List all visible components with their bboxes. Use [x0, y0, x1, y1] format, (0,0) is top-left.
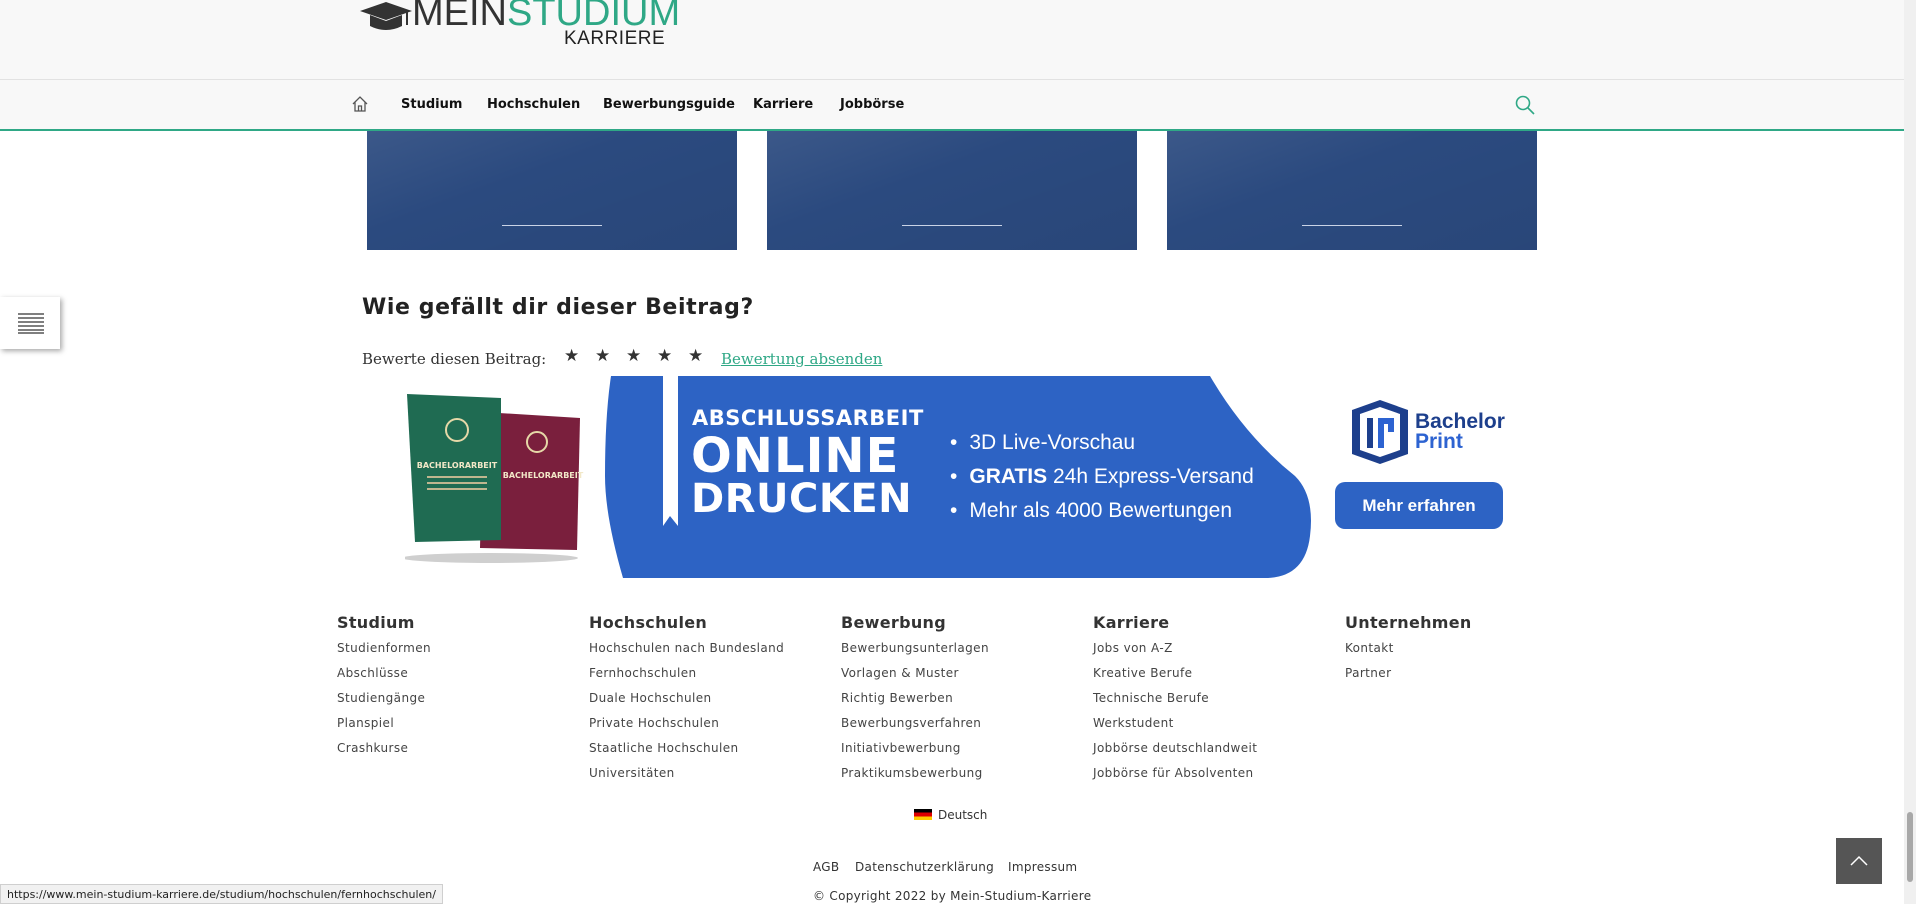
- footer-column-karriere: Karriere Jobs von A-Z Kreative Berufe Te…: [1093, 613, 1257, 791]
- footer-link[interactable]: Jobs von A-Z: [1093, 641, 1257, 666]
- home-icon[interactable]: [350, 94, 370, 114]
- footer-column-title: Bewerbung: [841, 613, 946, 632]
- status-bar-url: https://www.mein-studium-karriere.de/stu…: [0, 884, 443, 904]
- nav-item-hochschulen[interactable]: Hochschulen: [487, 97, 580, 112]
- footer-link[interactable]: Bewerbungsverfahren: [841, 716, 989, 741]
- footer-link[interactable]: Abschlüsse: [337, 666, 431, 691]
- footer-link[interactable]: Praktikumsbewerbung: [841, 766, 989, 791]
- footer-link[interactable]: Kreative Berufe: [1093, 666, 1257, 691]
- banner-cta-button[interactable]: Mehr erfahren: [1335, 482, 1503, 529]
- copyright-text: © Copyright 2022 by Mein-Studium-Karrier…: [813, 889, 1092, 903]
- footer-link[interactable]: Vorlagen & Muster: [841, 666, 989, 691]
- footer-link[interactable]: Planspiel: [337, 716, 431, 741]
- footer-link[interactable]: Kontakt: [1345, 641, 1472, 666]
- banner-bullet: 3D Live-Vorschau: [950, 431, 1135, 455]
- related-article-card[interactable]: [767, 131, 1137, 250]
- footer-link[interactable]: Initiativbewerbung: [841, 741, 989, 766]
- rating-submit-link[interactable]: Bewertung absenden: [721, 350, 882, 368]
- banner-bullet: GRATIS 24h Express-Versand: [950, 465, 1253, 489]
- scrollbar-thumb[interactable]: [1907, 812, 1913, 882]
- list-icon: [18, 313, 44, 334]
- banner-bullet: Mehr als 4000 Bewertungen: [950, 499, 1232, 523]
- footer-column-hochschulen: Hochschulen Hochschulen nach Bundesland …: [589, 613, 784, 791]
- rating-label: Bewerte diesen Beitrag:: [362, 350, 547, 368]
- footer-column-title: Karriere: [1093, 613, 1170, 632]
- language-switcher[interactable]: Deutsch: [914, 808, 987, 822]
- banner-title-line3: DRUCKEN: [691, 476, 913, 522]
- footer-column-studium: Studium Studienformen Abschlüsse Studien…: [337, 613, 431, 766]
- card-divider: [902, 225, 1002, 226]
- nav-item-karriere[interactable]: Karriere: [753, 97, 813, 112]
- footer-link-impressum[interactable]: Impressum: [1008, 860, 1077, 874]
- star-icon[interactable]: ★: [564, 346, 595, 366]
- chevron-up-icon: [1850, 855, 1868, 866]
- table-of-contents-toggle[interactable]: [0, 297, 60, 349]
- nav-item-bewerbungsguide[interactable]: Bewerbungsguide: [603, 97, 735, 112]
- header: MEINSTUDIUM KARRIERE: [0, 0, 1916, 80]
- footer-link-datenschutz[interactable]: Datenschutzerklärung: [855, 860, 994, 874]
- footer-column-title: Studium: [337, 613, 415, 632]
- book-label: BACHELORARBEIT: [417, 461, 498, 470]
- star-icon[interactable]: ★: [626, 346, 657, 366]
- footer-link[interactable]: Jobbörse für Absolventen: [1093, 766, 1257, 791]
- star-icon[interactable]: ★: [688, 346, 719, 366]
- bachelor-print-brand: Bachelor Print: [1415, 410, 1505, 453]
- site-logo[interactable]: MEINSTUDIUM KARRIERE: [360, 0, 680, 58]
- related-article-card[interactable]: [1167, 131, 1537, 250]
- star-icon[interactable]: ★: [595, 346, 626, 366]
- footer-link[interactable]: Universitäten: [589, 766, 784, 791]
- footer-column-unternehmen: Unternehmen Kontakt Partner: [1345, 613, 1472, 691]
- footer-link[interactable]: Richtig Bewerben: [841, 691, 989, 716]
- nav-item-studium[interactable]: Studium: [401, 97, 462, 112]
- footer-link[interactable]: Staatliche Hochschulen: [589, 741, 784, 766]
- banner-title-line1: ABSCHLUSSARBEIT: [692, 406, 924, 430]
- german-flag-icon: [914, 809, 932, 820]
- thesis-books-image: BACHELORARBEIT BACHELORARBEIT: [405, 394, 584, 563]
- logo-subline: KARRIERE: [564, 28, 666, 49]
- card-divider: [1302, 225, 1402, 226]
- star-icon[interactable]: ★: [657, 346, 688, 366]
- search-icon[interactable]: [1514, 94, 1536, 116]
- footer-link[interactable]: Crashkurse: [337, 741, 431, 766]
- related-article-card[interactable]: [367, 131, 737, 250]
- footer-link[interactable]: Studiengänge: [337, 691, 431, 716]
- footer-link[interactable]: Studienformen: [337, 641, 431, 666]
- scroll-to-top-button[interactable]: [1836, 838, 1882, 884]
- footer-link[interactable]: Bewerbungsunterlagen: [841, 641, 989, 666]
- footer-link[interactable]: Fernhochschulen: [589, 666, 784, 691]
- footer-link[interactable]: Partner: [1345, 666, 1472, 691]
- ad-banner[interactable]: BACHELORARBEIT BACHELORARBEIT ABSCHLUSSA…: [405, 376, 1515, 578]
- page-scrollbar[interactable]: [1904, 0, 1916, 904]
- book-label: BACHELORARBEIT: [503, 471, 584, 480]
- footer-column-bewerbung: Bewerbung Bewerbungsunterlagen Vorlagen …: [841, 613, 989, 791]
- footer-link[interactable]: Jobbörse deutschlandweit: [1093, 741, 1257, 766]
- footer-link-agb[interactable]: AGB: [813, 860, 839, 874]
- main-nav: Studium Hochschulen Bewerbungsguide Karr…: [0, 80, 1916, 131]
- footer-link[interactable]: Werkstudent: [1093, 716, 1257, 741]
- footer-link[interactable]: Private Hochschulen: [589, 716, 784, 741]
- rating-heading: Wie gefällt dir dieser Beitrag?: [362, 295, 754, 320]
- graduation-cap-icon: [360, 2, 412, 30]
- footer-link[interactable]: Duale Hochschulen: [589, 691, 784, 716]
- footer-link[interactable]: Technische Berufe: [1093, 691, 1257, 716]
- footer-link[interactable]: Hochschulen nach Bundesland: [589, 641, 784, 666]
- card-divider: [502, 225, 602, 226]
- nav-item-jobboerse[interactable]: Jobbörse: [840, 97, 904, 112]
- footer-column-title: Unternehmen: [1345, 613, 1472, 632]
- footer-column-title: Hochschulen: [589, 613, 708, 632]
- star-rating: ★ ★ ★ ★ ★: [564, 346, 719, 366]
